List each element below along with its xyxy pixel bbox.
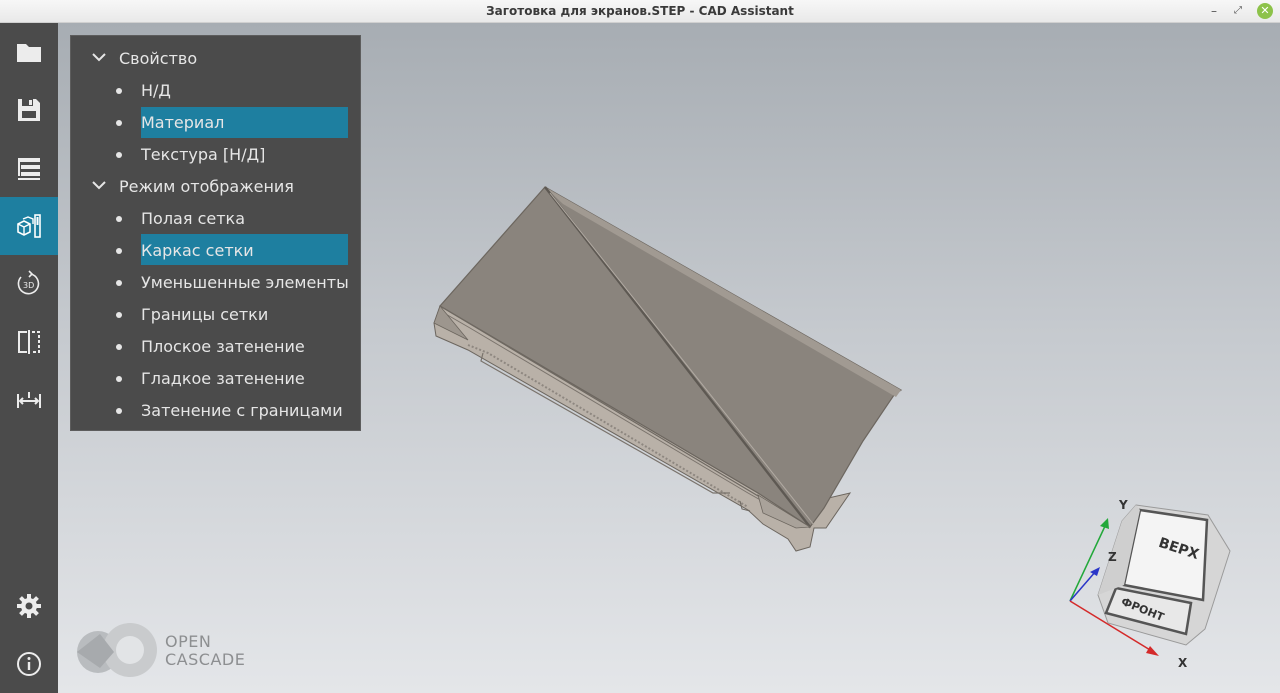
tree-item-material[interactable]: Материал — [116, 107, 225, 139]
axis-y-label: Y — [1119, 498, 1128, 512]
tree-item-flat-shading[interactable]: Плоское затенение — [116, 331, 305, 363]
clipping-plane-icon — [18, 330, 40, 354]
axis-x-label: X — [1178, 656, 1188, 670]
3d-label: 3D — [23, 281, 34, 290]
folder-icon — [17, 44, 41, 62]
tree-item-label: Затенение с границами — [141, 401, 343, 420]
tree-item-label: Каркас сетки — [141, 241, 254, 260]
settings-button[interactable] — [0, 577, 58, 635]
bullet-icon — [116, 248, 122, 254]
measure-button[interactable] — [0, 371, 58, 429]
view-3d-button[interactable]: 3D — [0, 255, 58, 313]
tree-item-shading-with-edges[interactable]: Затенение с границами — [116, 395, 343, 427]
chevron-down-icon[interactable] — [91, 43, 107, 75]
logo-mark-icon — [77, 623, 157, 677]
tree-item-na[interactable]: Н/Д — [116, 75, 171, 107]
about-button[interactable] — [0, 635, 58, 693]
save-file-button[interactable] — [0, 81, 58, 139]
logo-text: OPEN CASCADE — [165, 633, 245, 669]
tree-item-shrunk-elements[interactable]: Уменьшенные элементы — [116, 267, 349, 299]
sidebar: 3D — [0, 23, 58, 693]
chevron-down-icon[interactable] — [91, 171, 107, 203]
bullet-icon — [116, 344, 122, 350]
minimize-button[interactable]: – — [1206, 3, 1222, 19]
axis-z-label: Z — [1108, 550, 1117, 564]
display-properties-button[interactable] — [0, 197, 58, 255]
tree-item-label: Плоское затенение — [141, 337, 305, 356]
tree-item-label: Границы сетки — [141, 305, 269, 324]
tree-group-label: Свойство — [119, 49, 198, 68]
tree-item-label: Материал — [141, 113, 225, 132]
tree-item-smooth-shading[interactable]: Гладкое затенение — [116, 363, 305, 395]
tree-item-mesh-edges[interactable]: Границы сетки — [116, 299, 269, 331]
measure-icon — [17, 392, 41, 408]
bullet-icon — [116, 376, 122, 382]
gear-icon — [17, 594, 41, 618]
bullet-icon — [116, 152, 122, 158]
open-cascade-logo: OPEN CASCADE — [74, 622, 274, 680]
bullet-icon — [116, 280, 122, 286]
bullet-icon — [116, 120, 122, 126]
info-icon — [17, 652, 41, 676]
bullet-icon — [116, 408, 122, 414]
3d-rotate-icon: 3D — [17, 270, 40, 295]
tree-icon — [18, 158, 40, 180]
view-cube[interactable] — [1069, 504, 1231, 656]
tree-group-property[interactable]: Свойство — [92, 43, 198, 75]
close-button[interactable]: ✕ — [1257, 3, 1273, 19]
tree-item-wireframe[interactable]: Каркас сетки — [116, 235, 254, 267]
display-properties-panel: Свойство Н/Д Материал Текстура [Н/Д] Реж… — [70, 35, 361, 431]
maximize-button[interactable]: ⤢ — [1230, 3, 1246, 19]
title-bar: Заготовка для экранов.STEP - CAD Assista… — [0, 0, 1280, 23]
tree-item-label: Уменьшенные элементы — [141, 273, 349, 292]
display-props-icon — [17, 214, 41, 238]
window-title: Заготовка для экранов.STEP - CAD Assista… — [486, 4, 794, 18]
bullet-icon — [116, 312, 122, 318]
tree-item-label: Гладкое затенение — [141, 369, 305, 388]
floppy-icon — [18, 99, 40, 121]
tree-item-label: Полая сетка — [141, 209, 245, 228]
tree-item-hollow-mesh[interactable]: Полая сетка — [116, 203, 245, 235]
tree-group-label: Режим отображения — [119, 177, 294, 196]
bullet-icon — [116, 88, 122, 94]
logo-line-open: OPEN — [165, 632, 212, 651]
open-file-button[interactable] — [0, 23, 58, 81]
tree-item-texture[interactable]: Текстура [Н/Д] — [116, 139, 266, 171]
tree-group-display-mode[interactable]: Режим отображения — [92, 171, 294, 203]
tree-item-label: Текстура [Н/Д] — [141, 145, 266, 164]
cad-model[interactable] — [433, 186, 903, 552]
model-structure-button[interactable] — [0, 139, 58, 197]
tree-item-label: Н/Д — [141, 81, 171, 100]
logo-line-cascade: CASCADE — [165, 650, 246, 669]
clipping-button[interactable] — [0, 313, 58, 371]
bullet-icon — [116, 216, 122, 222]
